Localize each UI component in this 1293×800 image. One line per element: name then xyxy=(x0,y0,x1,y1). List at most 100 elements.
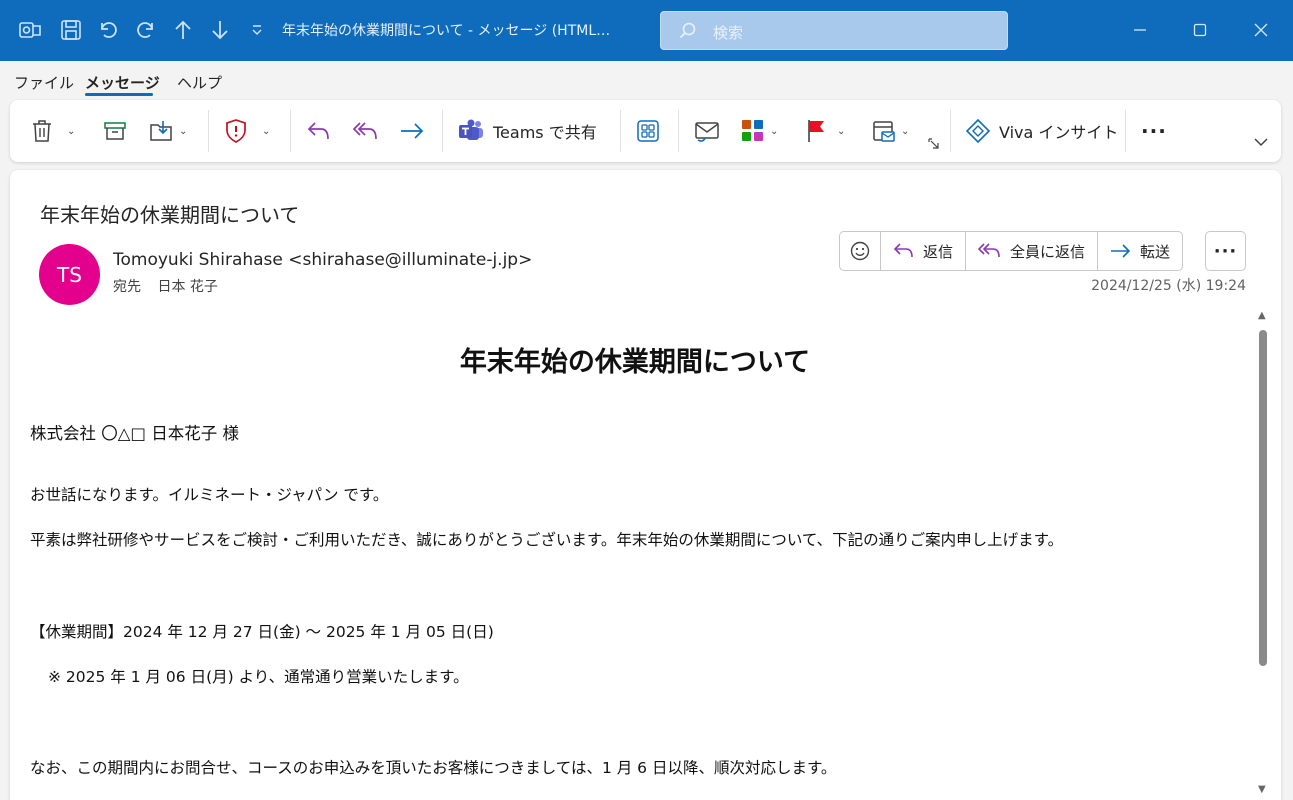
flag-button[interactable]: ⌄ xyxy=(805,116,845,146)
search-placeholder: 検索 xyxy=(713,24,744,42)
mail-sync-icon xyxy=(695,122,719,142)
report-button[interactable]: ⌄ xyxy=(224,116,270,146)
body-addressee: 株式会社 〇△□ 日本花子 様 xyxy=(30,424,240,443)
outlook-icon xyxy=(17,17,43,43)
body-heading: 年末年始の休業期間について xyxy=(459,347,811,378)
forward-button[interactable]: 転送 xyxy=(1097,232,1182,270)
chevron-down-icon[interactable]: ⌄ xyxy=(179,126,187,137)
chevron-down-icon[interactable]: ⌄ xyxy=(901,126,909,137)
move-button[interactable]: ⌄ xyxy=(149,116,187,146)
vertical-scrollbar[interactable]: ▲ ▼ xyxy=(1256,310,1270,800)
more-actions-button[interactable]: ··· xyxy=(1205,231,1246,271)
teams-icon xyxy=(459,119,483,140)
reply-label: 返信 xyxy=(923,242,954,261)
ribbon-divider xyxy=(950,110,951,152)
scroll-up-icon[interactable]: ▲ xyxy=(1258,310,1266,321)
close-button[interactable] xyxy=(1249,18,1273,42)
reply-button[interactable] xyxy=(306,116,332,146)
redo-icon[interactable] xyxy=(133,17,159,43)
more-commands-button[interactable]: ··· xyxy=(1141,116,1167,146)
menu-file[interactable]: ファイル xyxy=(14,72,74,93)
apps-button[interactable] xyxy=(636,116,660,146)
chevron-down-icon[interactable]: ⌄ xyxy=(67,126,75,137)
active-tab-indicator xyxy=(85,93,153,96)
ribbon-divider xyxy=(290,110,291,152)
ribbon-divider xyxy=(620,110,621,152)
menu-message[interactable]: メッセージ xyxy=(85,72,160,93)
teams-share-label: Teams で共有 xyxy=(493,123,597,142)
menu-bar: ファイル メッセージ ヘルプ xyxy=(0,61,1293,99)
shield-icon xyxy=(226,119,246,143)
scrollbar-thumb[interactable] xyxy=(1259,330,1267,666)
body-closure-period: 【休業期間】2024 年 12 月 27 日(金) 〜 2025 年 1 月 0… xyxy=(30,623,494,641)
mail-action-button[interactable] xyxy=(693,116,721,146)
smiley-icon xyxy=(850,241,870,261)
chevron-down-icon[interactable]: ⌄ xyxy=(262,126,270,137)
message-actions: 返信 全員に返信 転送 xyxy=(839,231,1184,271)
sender[interactable]: Tomoyuki Shirahase <shirahase@illuminate… xyxy=(113,250,532,270)
avatar[interactable]: TS xyxy=(39,244,100,305)
mail-rules-icon xyxy=(873,121,895,142)
body-inquiry-note: なお、この期間内にお問合せ、コースのお申込みを頂いたお客様につきましては、1 月… xyxy=(30,759,837,777)
viva-insights-icon xyxy=(965,118,991,144)
chevron-down-icon[interactable]: ⌄ xyxy=(770,126,778,137)
categorize-icon xyxy=(742,120,763,141)
viva-insights-button[interactable]: Viva インサイト xyxy=(965,116,1118,146)
to-label: 宛先 xyxy=(113,279,141,295)
body-resume-note: ※ 2025 年 1 月 06 日(月) より、通常通り営業いたします。 xyxy=(48,668,469,686)
ribbon-divider xyxy=(678,110,679,152)
menu-help[interactable]: ヘルプ xyxy=(177,72,222,93)
message-subject: 年末年始の休業期間について xyxy=(40,203,300,227)
down-arrow-icon[interactable] xyxy=(207,17,233,43)
trash-icon xyxy=(33,120,51,142)
archive-icon xyxy=(104,122,126,140)
up-arrow-icon[interactable] xyxy=(170,17,196,43)
minimize-button[interactable] xyxy=(1128,18,1152,42)
rules-button[interactable]: ⌄ xyxy=(871,116,909,146)
search-icon xyxy=(679,22,696,39)
forward-button[interactable] xyxy=(399,116,425,146)
ribbon-toolbar: ⌄ ⌄ ⌄ Teams で共有 ⌄ ⌄ ⌄ Viva インサイト ··· xyxy=(10,100,1281,162)
delete-button[interactable]: ⌄ xyxy=(31,116,75,146)
categorize-button[interactable]: ⌄ xyxy=(740,116,778,146)
reply-icon xyxy=(307,122,329,140)
customize-dropdown-icon[interactable] xyxy=(244,17,270,43)
reply-icon xyxy=(893,243,913,258)
expand-ribbon-chevron-icon[interactable] xyxy=(1254,132,1268,152)
reply-button[interactable]: 返信 xyxy=(880,232,965,270)
scroll-down-icon[interactable]: ▼ xyxy=(1258,784,1266,795)
body-greeting: お世話になります。イルミネート・ジャパン です。 xyxy=(30,486,389,504)
share-to-teams-button[interactable]: Teams で共有 xyxy=(457,116,597,146)
archive-button[interactable] xyxy=(103,116,127,146)
reaction-button[interactable] xyxy=(840,232,880,270)
maximize-button[interactable] xyxy=(1188,18,1212,42)
forward-icon xyxy=(401,123,424,139)
reply-all-label: 全員に返信 xyxy=(1010,242,1086,261)
reading-pane: 年末年始の休業期間について TS Tomoyuki Shirahase <shi… xyxy=(10,170,1281,800)
forward-icon xyxy=(1111,244,1131,258)
dialog-launcher-icon[interactable] xyxy=(928,134,940,154)
reply-all-icon xyxy=(978,243,1000,258)
chevron-down-icon[interactable]: ⌄ xyxy=(837,126,845,137)
message-date: 2024/12/25 (水) 19:24 xyxy=(1091,278,1246,294)
ribbon-divider xyxy=(442,110,443,152)
save-icon[interactable] xyxy=(58,17,84,43)
apps-grid-icon xyxy=(637,120,659,142)
flag-icon xyxy=(808,120,824,142)
more-actions-label: ··· xyxy=(1213,240,1238,262)
viva-insights-label: Viva インサイト xyxy=(999,123,1119,142)
recipient-name[interactable]: 日本 花子 xyxy=(157,279,217,295)
reply-all-button[interactable] xyxy=(352,116,380,146)
search-box[interactable]: 検索 xyxy=(660,11,1008,50)
title-bar: 年末年始の休業期間について - メッセージ (HTML… 検索 xyxy=(0,0,1293,61)
recipients: 宛先 日本 花子 xyxy=(113,276,218,296)
ribbon-divider xyxy=(1125,110,1126,152)
undo-icon[interactable] xyxy=(95,17,121,43)
reply-all-button[interactable]: 全員に返信 xyxy=(965,232,1097,270)
forward-label: 転送 xyxy=(1140,242,1171,261)
body-intro: 平素は弊社研修やサービスをご検討・ご利用いただき、誠にありがとうございます。年末… xyxy=(30,531,1064,549)
ribbon-divider xyxy=(208,110,209,152)
move-to-folder-icon xyxy=(150,121,172,141)
reply-all-icon xyxy=(352,122,377,140)
window-title: 年末年始の休業期間について - メッセージ (HTML… xyxy=(282,23,611,39)
